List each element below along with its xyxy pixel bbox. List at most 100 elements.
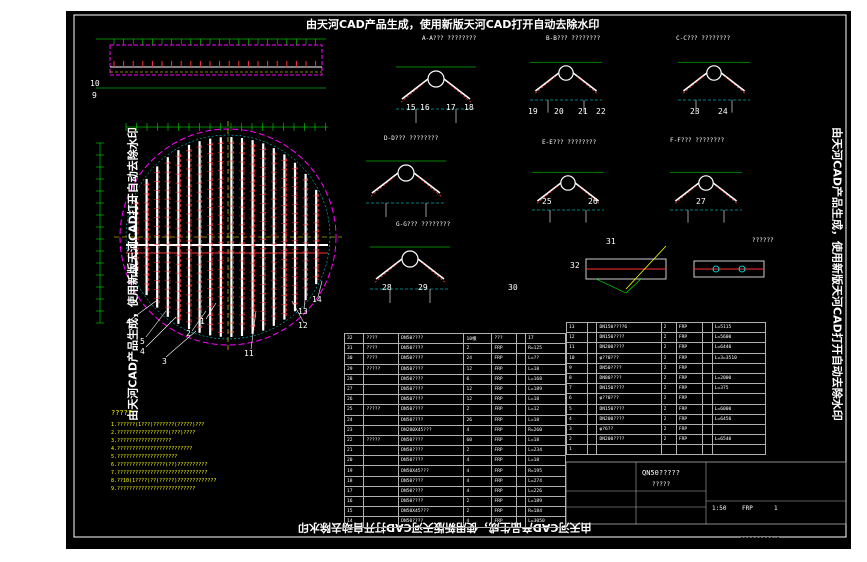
bom-cell: L=6540: [711, 434, 767, 446]
bom-cell: [515, 485, 527, 498]
bom-cell: [515, 475, 527, 487]
branch-pipe: [417, 258, 445, 280]
bom-cell: 22: [343, 434, 365, 447]
bom-cell: L=189: [525, 495, 566, 508]
bom-cell: L=375: [711, 383, 767, 395]
bom-cell: [586, 332, 598, 344]
bom-cell: 15: [343, 506, 365, 518]
bom-cell: FRP: [675, 393, 703, 405]
callout-21: 21: [578, 107, 588, 116]
branch-holes: [681, 76, 704, 95]
bom-cell: 2: [660, 321, 677, 334]
bom-cell: FRP: [491, 414, 517, 426]
bom-cell: DN150????: [596, 403, 662, 415]
bom-cell: L=3=3510: [711, 352, 767, 364]
bom-cell: FRP: [491, 445, 517, 457]
bom-cell: L=226: [525, 485, 566, 498]
callout-10: 10: [90, 79, 100, 88]
bom-cell: [363, 506, 400, 518]
branch-holes: [399, 82, 425, 104]
bom-cell: FRP: [491, 495, 517, 508]
bom-cell: L=5600: [711, 332, 767, 344]
bom-cell: [515, 495, 527, 508]
bom-cell: 4: [463, 516, 493, 528]
bom-cell: 60: [463, 434, 493, 447]
bom-cell: ????: [363, 353, 400, 365]
bom-cell: L=12: [525, 404, 566, 416]
note-line: 3.??????????????????: [111, 438, 172, 444]
bom-cell: 18: [343, 475, 365, 487]
title-drawing-name: QN50?????: [642, 469, 680, 477]
bom-cell: ???: [491, 332, 517, 345]
bom-cell: FRP: [491, 516, 517, 528]
bom-cell: DN150????: [596, 332, 662, 344]
bom-row: 3 φ?6?? 2 FRP: [566, 423, 767, 436]
bom-cell: ?????: [363, 434, 400, 447]
bom-cell: 2: [660, 434, 677, 446]
hub-pipe: [698, 175, 714, 191]
bom-cell: 14: [343, 516, 365, 528]
bom-cell: FRP: [675, 362, 703, 374]
callout-18: 18: [464, 103, 474, 112]
bom-cell: DN50????: [398, 363, 465, 375]
bom-cell: [586, 393, 598, 405]
bom-row: 8 DN80???? 2 FRP L=2000: [566, 372, 767, 385]
branch-holes: [421, 262, 447, 284]
bom-cell: [515, 332, 527, 345]
bom-cell: FRP: [491, 424, 517, 436]
note-line: 8.??10(1????)??(?????)?????????????: [111, 478, 217, 484]
bom-cell: 2: [660, 423, 677, 436]
bom-cell: 2: [660, 372, 677, 385]
bom-row: 13 DN150????6 2 FRP L=5115: [566, 321, 767, 334]
bom-cell: [701, 413, 713, 425]
bom-cell: [515, 424, 527, 436]
callout-13: 13: [298, 307, 308, 316]
bom-cell: [515, 465, 527, 477]
bom-cell: [701, 321, 713, 334]
bom-cell: 2: [660, 383, 677, 395]
bom-cell: DN50????: [398, 495, 465, 508]
bom-cell: FRP: [675, 434, 703, 446]
bom-cell: L=5115: [711, 321, 767, 334]
bom-cell: [701, 393, 713, 405]
bom-cell: 9: [566, 362, 588, 374]
callout-9: 9: [92, 91, 97, 100]
section-label-g: G-G??? ????????: [396, 221, 451, 228]
bom-row: 30???? DN50???? 24 FRP L=??: [343, 353, 566, 365]
bom-cell: DN50????: [398, 343, 465, 355]
bom-cell: L=18: [525, 434, 566, 447]
bom-cell: [363, 475, 400, 487]
bom-row: 4 DN200???? 2 FRP L=6450: [566, 413, 767, 425]
bom-row: 7 DN150???? 2 FRP L=375: [566, 383, 767, 395]
bom-cell: 29: [343, 363, 365, 375]
branch-holes: [447, 82, 473, 104]
leader-line: [145, 316, 177, 348]
notes-body: 1.??????(1???)???????(?????)??? 2.???????…: [111, 421, 216, 493]
hub-pipe: [560, 175, 576, 191]
bom-row: 1: [566, 444, 767, 456]
bom-cell: L=2000: [711, 372, 767, 385]
bom-cell: 19: [343, 465, 365, 477]
bom-cell: FRP: [491, 363, 517, 375]
bom-cell: FRP: [675, 342, 703, 354]
cad-drawing-sheet[interactable]: 由天河CAD产品生成，使用新版天河CAD打开自动去除水印 由天河CAD产品生成，…: [66, 11, 851, 549]
bom-cell: [363, 394, 400, 406]
callout-6: 6: [128, 323, 133, 332]
bom-row: 6 φ??0??? 2 FRP: [566, 393, 767, 405]
bom-cell: [701, 383, 713, 395]
branch-holes: [417, 176, 443, 198]
bom-cell: [586, 321, 598, 334]
hub-pipe: [427, 70, 445, 88]
bom-cell: DN50????: [398, 455, 465, 467]
bom-cell: DN50????: [398, 383, 465, 396]
branch-holes: [716, 186, 739, 205]
callout-22: 22: [596, 107, 606, 116]
callout-17: 17: [446, 103, 456, 112]
bom-cell: DN50????: [398, 516, 465, 528]
bom-row: 26 DN50???? 12 FRP L=18: [343, 394, 566, 406]
bom-cell: FRP: [491, 373, 517, 385]
bom-cell: 4: [463, 475, 493, 487]
bom-cell: 2: [463, 495, 493, 508]
bom-row: 17 DN50???? 4 FRP L=226: [343, 485, 566, 498]
bom-row: 22????? DN50???? 60 FRP L=18: [343, 434, 566, 447]
